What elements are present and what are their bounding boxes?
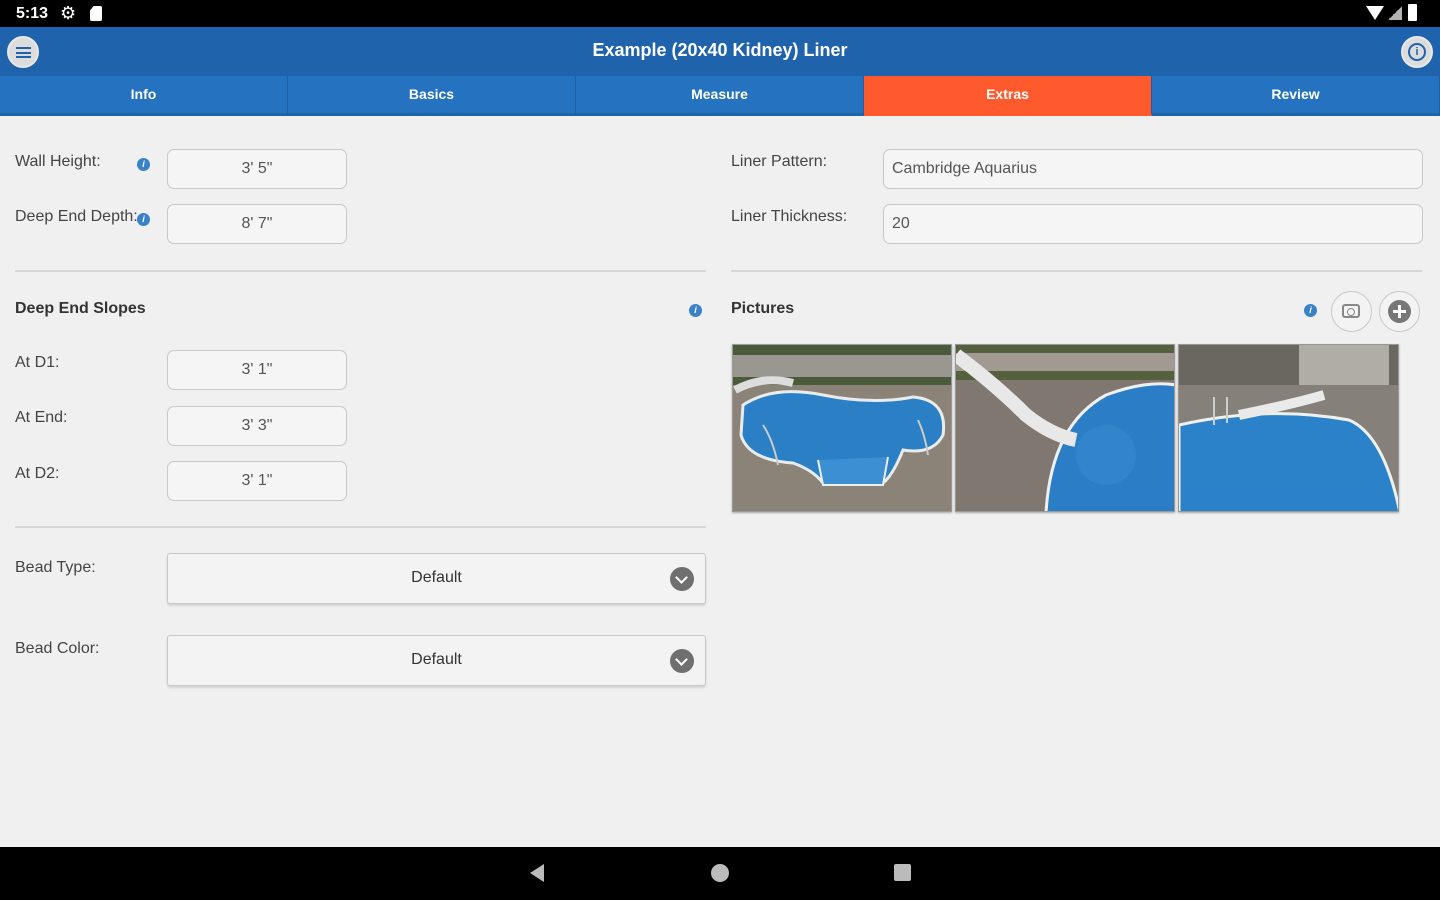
wall-height-info-icon[interactable]: i [137, 158, 150, 171]
liner-thickness-input[interactable]: 20 [883, 204, 1423, 244]
liner-pattern-label: Liner Pattern: [731, 153, 828, 170]
status-bar: 5:13 ⚙ [0, 0, 1440, 27]
camera-icon [1342, 304, 1360, 318]
at-end-input[interactable]: 3' 3" [167, 406, 347, 446]
bead-color-label: Bead Color: [15, 640, 100, 657]
divider [15, 526, 706, 528]
wifi-icon [1366, 6, 1384, 20]
at-d1-label: At D1: [15, 354, 60, 371]
add-picture-button[interactable] [1379, 291, 1420, 332]
battery-icon [1408, 4, 1417, 21]
settings-icon: ⚙ [60, 3, 77, 23]
divider [731, 270, 1422, 272]
deep-end-depth-label: Deep End Depth: [15, 208, 138, 225]
add-icon [1388, 300, 1411, 323]
liner-thickness-label: Liner Thickness: [731, 208, 848, 225]
info-icon: i [1408, 43, 1426, 61]
tab-extras[interactable]: Extras [864, 76, 1152, 116]
liner-pattern-input[interactable]: Cambridge Aquarius [883, 149, 1423, 189]
deep-end-slopes-info-icon[interactable]: i [689, 304, 702, 317]
at-d2-input[interactable]: 3' 1" [167, 461, 347, 501]
bead-color-value: Default [411, 651, 462, 668]
tab-basics[interactable]: Basics [288, 76, 576, 116]
bead-type-label: Bead Type: [15, 559, 96, 576]
bead-color-select[interactable]: Default [167, 635, 706, 686]
pictures-heading: Pictures [731, 300, 795, 317]
bead-type-select[interactable]: Default [167, 553, 706, 604]
pictures-info-icon[interactable]: i [1304, 304, 1317, 317]
status-indicators [1366, 4, 1426, 24]
tab-bar: Info Basics Measure Extras Review [0, 76, 1440, 116]
at-d2-label: At D2: [15, 465, 60, 482]
pool-photo-image [956, 345, 1174, 511]
pool-photo-image [1179, 345, 1398, 511]
chevron-down-icon [670, 649, 694, 673]
pool-photo-thumbnail[interactable] [732, 344, 952, 512]
wall-height-label: Wall Height: [15, 153, 101, 170]
deep-end-depth-input[interactable]: 8' 7" [167, 204, 347, 244]
recent-apps-icon[interactable] [894, 864, 911, 881]
at-d1-input[interactable]: 3' 1" [167, 350, 347, 390]
pool-photo-thumbnail[interactable] [955, 344, 1175, 512]
at-end-label: At End: [15, 409, 68, 426]
page-title: Example (20x40 Kidney) Liner [592, 40, 848, 60]
tab-review[interactable]: Review [1152, 76, 1440, 116]
sd-card-icon [90, 6, 102, 21]
pool-photo-image [733, 345, 951, 511]
wall-height-input[interactable]: 3' 5" [167, 149, 347, 189]
cell-signal-icon [1388, 6, 1402, 20]
info-button[interactable]: i [1401, 36, 1433, 68]
back-icon[interactable] [530, 864, 544, 882]
system-nav-bar [0, 847, 1440, 900]
home-icon[interactable] [711, 864, 729, 882]
bead-type-value: Default [411, 569, 462, 586]
tab-info[interactable]: Info [0, 76, 288, 116]
chevron-down-icon [670, 567, 694, 591]
tab-measure[interactable]: Measure [576, 76, 864, 116]
app-bar: Example (20x40 Kidney) Liner i [0, 27, 1440, 76]
pool-photo-thumbnail[interactable] [1178, 344, 1399, 512]
take-photo-button[interactable] [1331, 291, 1372, 332]
status-time: 5:13 [16, 5, 49, 22]
divider [15, 270, 706, 272]
deep-end-depth-info-icon[interactable]: i [137, 213, 150, 226]
deep-end-slopes-heading: Deep End Slopes [15, 300, 146, 317]
